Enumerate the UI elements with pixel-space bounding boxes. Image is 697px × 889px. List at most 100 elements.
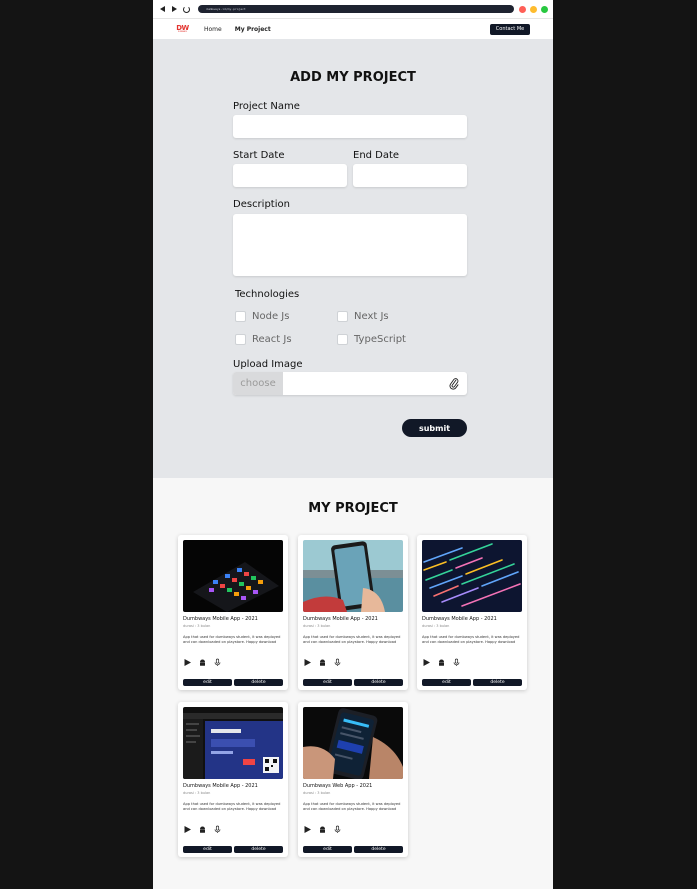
paperclip-icon (449, 378, 459, 390)
tech-icons (422, 658, 467, 667)
node-js-label: Node Js (252, 311, 290, 322)
project-duration: durasi : 3 bulan (183, 624, 211, 628)
phone-in-hand-image (303, 540, 403, 612)
edit-button[interactable]: edit (422, 679, 471, 686)
tech-option-next-js[interactable]: Next Js (337, 311, 389, 322)
project-duration: durasi : 3 bulan (422, 624, 450, 628)
browser-window: dumbways.id/my-project DW DUMBWAYS Home … (153, 0, 553, 889)
submit-button[interactable]: submit (402, 419, 467, 437)
dumbways-logo[interactable]: DW DUMBWAYS (176, 24, 189, 34)
start-date-label: Start Date (233, 150, 285, 161)
project-description: App that used for dumbways student, it w… (183, 635, 281, 644)
project-card[interactable]: Dumbways Mobile App - 2021 durasi : 3 bu… (178, 535, 288, 690)
project-duration: durasi : 3 bulan (303, 624, 331, 628)
project-name-label: Project Name (233, 101, 300, 112)
edit-button[interactable]: edit (303, 679, 352, 686)
back-icon (160, 6, 165, 12)
edit-button[interactable]: edit (183, 846, 232, 853)
hands-phone-image (303, 707, 403, 779)
project-description: App that used for dumbways student, it w… (303, 802, 401, 811)
nav-link-home[interactable]: Home (204, 26, 222, 33)
delete-button[interactable]: delete (473, 679, 522, 686)
maximize-window-button[interactable] (541, 5, 548, 13)
delete-button[interactable]: delete (354, 846, 403, 853)
project-title: Dumbways Mobile App - 2021 (422, 616, 497, 622)
project-card[interactable]: Dumbways Mobile App - 2021 durasi : 3 bu… (178, 702, 288, 857)
typescript-checkbox[interactable] (337, 334, 348, 345)
choose-file-button[interactable]: choose (233, 372, 283, 395)
delete-button[interactable]: delete (234, 846, 283, 853)
reload-button[interactable] (182, 5, 191, 14)
project-title: Dumbways Mobile App - 2021 (183, 783, 258, 789)
project-card[interactable]: Dumbways Mobile App - 2021 durasi : 3 bu… (298, 535, 408, 690)
project-thumbnail (303, 540, 403, 612)
project-thumbnail (422, 540, 522, 612)
project-duration: durasi : 3 bulan (303, 791, 331, 795)
tech-option-react-js[interactable]: React Js (235, 334, 292, 345)
project-card[interactable]: Dumbways Mobile App - 2021 durasi : 3 bu… (417, 535, 527, 690)
site-navbar: DW DUMBWAYS Home My Project Contact Me (153, 19, 553, 39)
play-store-icon (423, 659, 430, 666)
delete-button[interactable]: delete (234, 679, 283, 686)
next-js-checkbox[interactable] (337, 311, 348, 322)
play-store-icon (184, 826, 191, 833)
tech-icons (183, 658, 228, 667)
window-controls (515, 5, 548, 13)
phone-apps-image (183, 540, 283, 612)
project-thumbnail (183, 540, 283, 612)
back-button[interactable] (158, 5, 167, 14)
microphone-icon (214, 658, 221, 666)
next-js-label: Next Js (354, 311, 389, 322)
nav-link-my-project[interactable]: My Project (235, 26, 271, 33)
project-description: App that used for dumbways student, it w… (422, 635, 520, 644)
microphone-icon (334, 658, 341, 666)
play-store-icon (304, 659, 311, 666)
android-icon (320, 826, 325, 833)
tech-option-typescript[interactable]: TypeScript (337, 334, 406, 345)
logo-mark: DW (176, 23, 189, 32)
project-title: Dumbways Mobile App - 2021 (183, 616, 258, 622)
edit-button[interactable]: edit (183, 679, 232, 686)
my-project-section: MY PROJECT Dumbways Mobile App - 2021 du… (153, 478, 553, 889)
add-project-form: ADD MY PROJECT Project Name Start Date E… (153, 39, 553, 478)
browser-toolbar: dumbways.id/my-project (153, 0, 553, 19)
microphone-icon (214, 825, 221, 833)
card-actions: edit delete (303, 679, 403, 686)
tech-icons (303, 658, 348, 667)
android-icon (320, 659, 325, 666)
edit-button[interactable]: edit (303, 846, 352, 853)
minimize-window-button[interactable] (530, 5, 537, 13)
description-label: Description (233, 199, 290, 210)
tech-icons (183, 825, 228, 834)
card-actions: edit delete (303, 846, 403, 853)
project-card[interactable]: Dumbways Web App - 2021 durasi : 3 bulan… (298, 702, 408, 857)
forward-button[interactable] (170, 5, 179, 14)
project-title: Dumbways Mobile App - 2021 (303, 616, 378, 622)
code-screen-image (422, 540, 522, 612)
card-actions: edit delete (422, 679, 522, 686)
technologies-label: Technologies (235, 289, 300, 300)
tech-option-node-js[interactable]: Node Js (235, 311, 289, 322)
microphone-icon (453, 658, 460, 666)
close-window-button[interactable] (519, 5, 526, 13)
forward-icon (172, 6, 177, 12)
react-js-label: React Js (252, 334, 292, 345)
card-actions: edit delete (183, 679, 283, 686)
microphone-icon (334, 825, 341, 833)
end-date-input[interactable] (353, 164, 467, 187)
react-js-checkbox[interactable] (235, 334, 246, 345)
description-textarea[interactable] (233, 214, 467, 276)
contact-me-button[interactable]: Contact Me (490, 23, 530, 35)
project-name-input[interactable] (233, 115, 467, 138)
project-thumbnail (303, 707, 403, 779)
start-date-input[interactable] (233, 164, 347, 187)
tech-icons (303, 825, 348, 834)
node-js-checkbox[interactable] (235, 311, 246, 322)
url-text: dumbways.id/my-project (206, 7, 246, 11)
typescript-label: TypeScript (354, 334, 406, 345)
android-icon (200, 659, 205, 666)
address-bar[interactable]: dumbways.id/my-project (198, 5, 514, 13)
delete-button[interactable]: delete (354, 679, 403, 686)
upload-image-input[interactable]: choose (233, 372, 467, 395)
project-description: App that used for dumbways student, it w… (183, 802, 281, 811)
